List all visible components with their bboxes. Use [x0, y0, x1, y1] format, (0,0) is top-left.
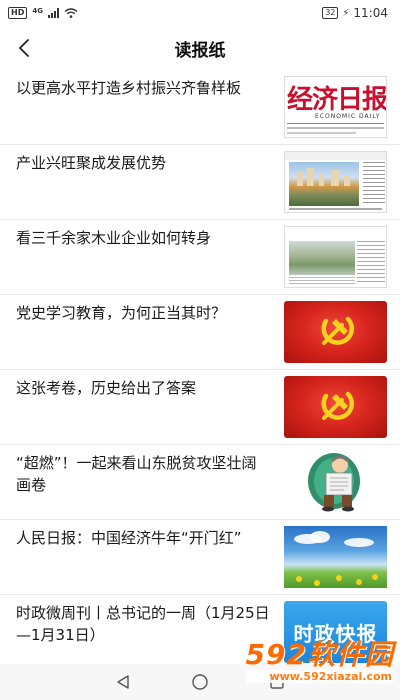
news-item[interactable]: “超燃”！一起来看山东脱贫攻坚壮阔画卷: [0, 445, 400, 520]
nav-bar: 读报纸: [0, 26, 400, 70]
status-left: HD 4G: [8, 7, 78, 19]
news-item[interactable]: 党史学习教育，为何正当其时？: [0, 295, 400, 370]
chevron-left-icon: [19, 39, 29, 57]
back-button[interactable]: [8, 32, 40, 64]
news-thumbnail: [284, 301, 387, 363]
watermark-url: www.592xiazai.com: [245, 670, 394, 683]
circle-home-icon: [192, 674, 208, 690]
news-thumbnail: [284, 376, 387, 438]
news-title: 党史学习教育，为何正当其时？: [16, 304, 227, 322]
river-photo: [289, 241, 355, 275]
news-title: 看三千余家木业企业如何转身: [16, 229, 212, 247]
watermark-brand: 592软件园: [245, 638, 394, 671]
status-right: 32 ⚡ 11:04: [322, 6, 388, 20]
news-item[interactable]: 以更高水平打造乡村振兴齐鲁样板 经济日报 ECONOMIC DAILY: [0, 70, 400, 145]
status-bar: HD 4G 32 ⚡ 11:04: [0, 0, 400, 26]
news-title: 以更高水平打造乡村振兴齐鲁样板: [16, 79, 242, 97]
hd-badge: HD: [8, 7, 28, 19]
news-item[interactable]: 人民日报：中国经济牛年“开门红”: [0, 520, 400, 595]
news-title: “超燃”！一起来看山东脱贫攻坚壮阔画卷: [16, 454, 257, 494]
news-title: 人民日报：中国经济牛年“开门红”: [16, 529, 242, 547]
news-item[interactable]: 看三千余家木业企业如何转身: [0, 220, 400, 295]
news-list: 以更高水平打造乡村振兴齐鲁样板 经济日报 ECONOMIC DAILY 产业兴旺…: [0, 70, 400, 670]
newspaper-subtitle: ECONOMIC DAILY: [315, 113, 381, 120]
news-thumbnail: [284, 226, 387, 288]
reading-person-illustration: [308, 453, 360, 512]
news-title: 时政微周刊丨总书记的一周（1月25日—1月31日）: [16, 604, 270, 644]
news-title: 这张考卷，历史给出了答案: [16, 379, 197, 397]
charging-icon: ⚡: [342, 7, 350, 19]
signal-icon: [47, 8, 59, 18]
news-thumbnail: [284, 526, 387, 588]
system-back-button[interactable]: [115, 674, 131, 690]
system-home-button[interactable]: [191, 673, 209, 691]
news-item[interactable]: 产业兴旺聚成发展优势: [0, 145, 400, 220]
news-item[interactable]: 这张考卷，历史给出了答案: [0, 370, 400, 445]
city-photo: [289, 162, 359, 206]
site-watermark: 592软件园 www.592xiazai.com: [245, 638, 394, 683]
hammer-sickle-icon: [321, 391, 354, 420]
newspaper-masthead: 经济日报: [287, 85, 387, 115]
page-title: 读报纸: [174, 40, 226, 61]
battery-icon: 32: [322, 7, 339, 19]
news-thumbnail: 经济日报 ECONOMIC DAILY: [284, 76, 387, 138]
news-thumbnail: [284, 151, 387, 213]
news-thumbnail: [284, 451, 387, 513]
news-title: 产业兴旺聚成发展优势: [16, 154, 167, 172]
clock: 11:04: [353, 6, 388, 20]
network-type: 4G: [32, 7, 43, 15]
triangle-back-icon: [117, 675, 129, 689]
hammer-sickle-icon: [321, 316, 354, 345]
wifi-icon: [64, 8, 78, 18]
